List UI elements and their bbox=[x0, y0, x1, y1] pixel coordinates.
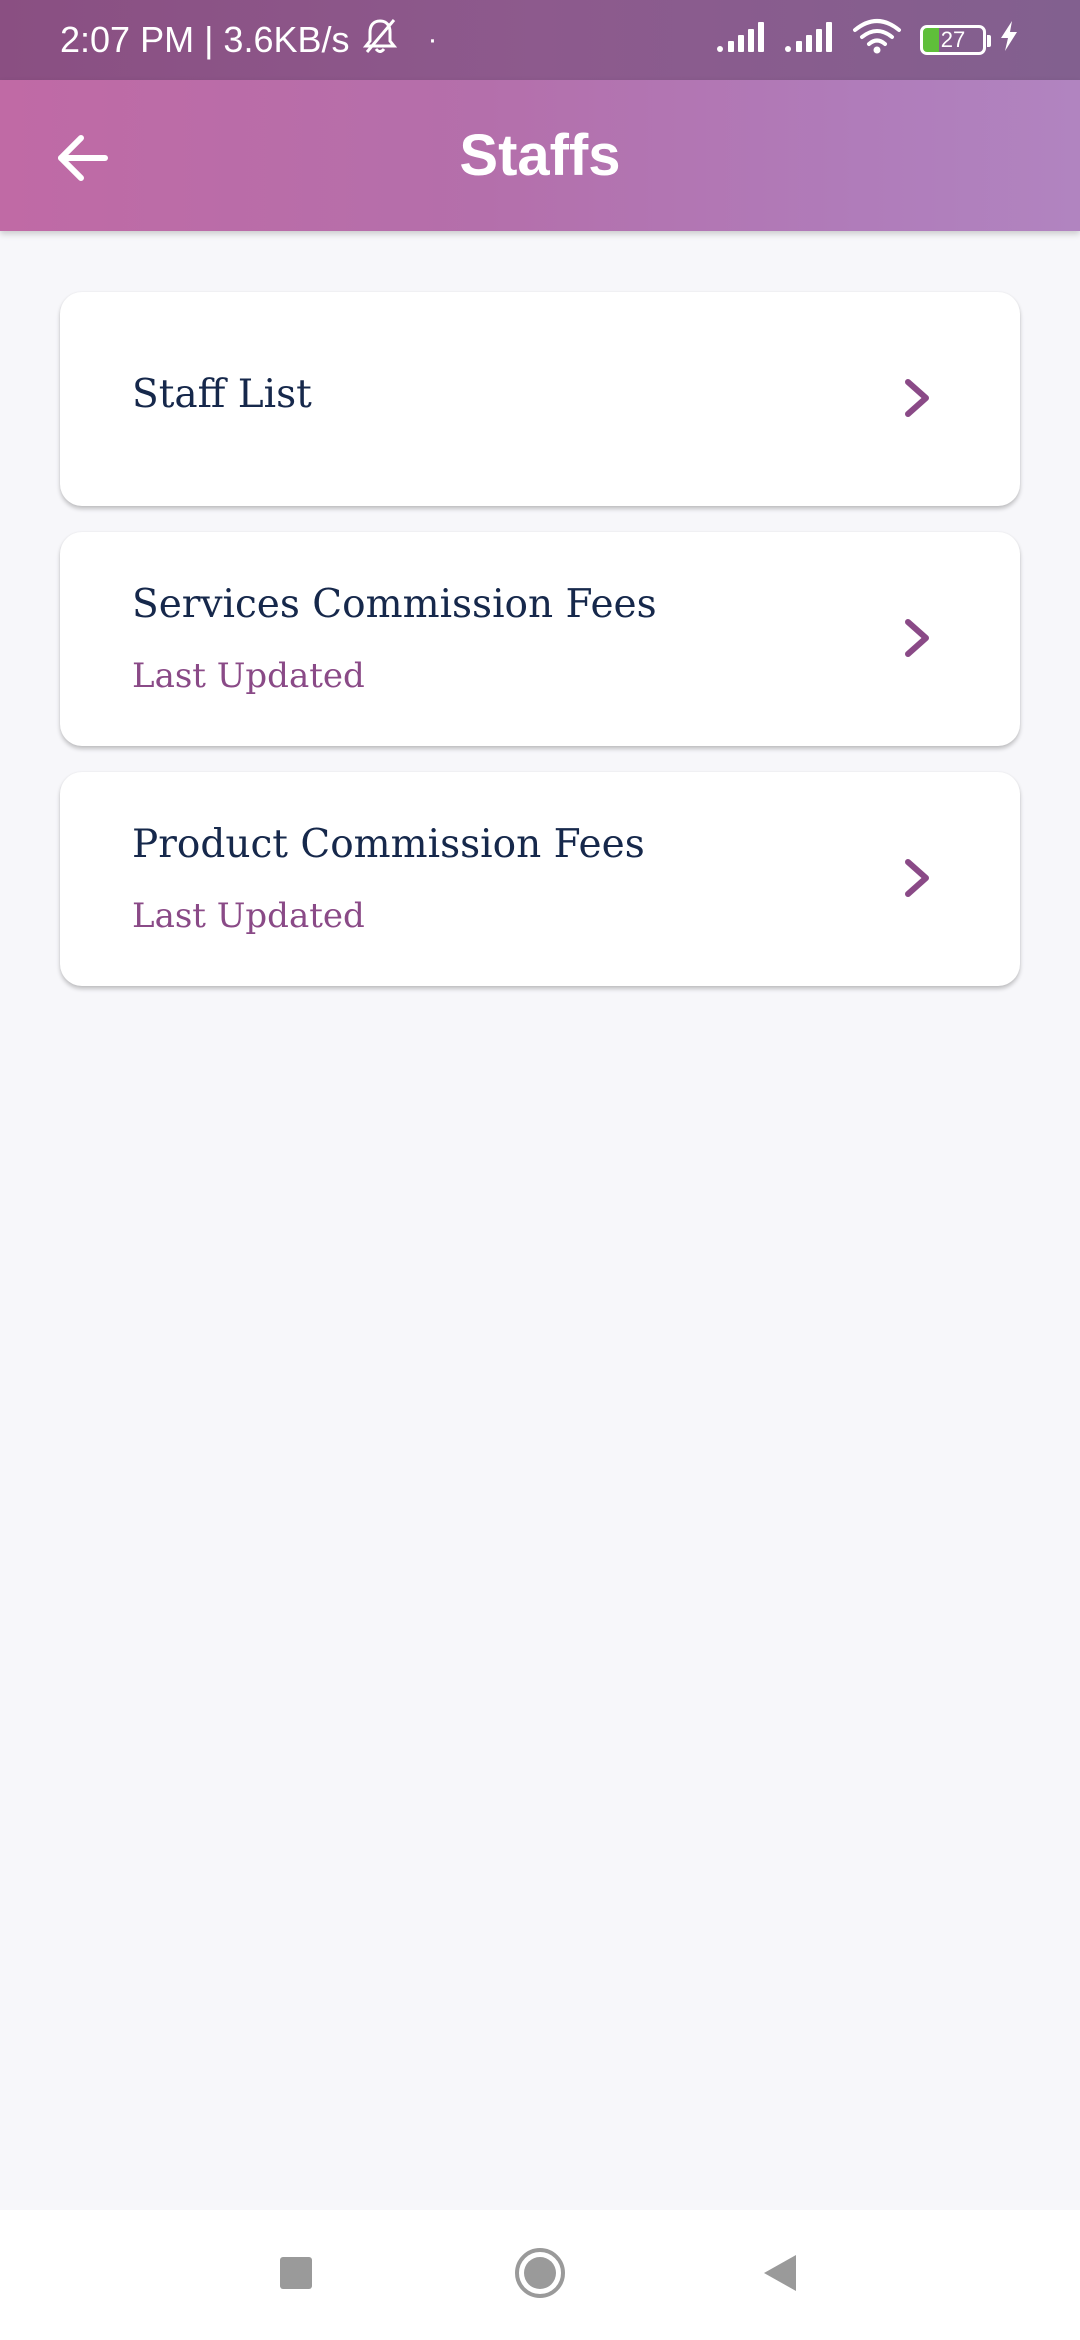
menu-item-product-commission-fees[interactable]: Product Commission Fees Last Updated bbox=[60, 772, 1020, 986]
status-time-speed: 2:07 PM | 3.6KB/s bbox=[60, 19, 350, 60]
app-bar: Staffs bbox=[0, 80, 1080, 231]
page-title: Staffs bbox=[459, 123, 621, 188]
menu-item-services-commission-fees[interactable]: Services Commission Fees Last Updated bbox=[60, 532, 1020, 746]
wifi-icon bbox=[852, 18, 902, 63]
menu-item-title: Product Commission Fees bbox=[132, 822, 645, 867]
menu-item-title: Services Commission Fees bbox=[132, 582, 657, 627]
battery-icon: 27 bbox=[920, 25, 991, 55]
back-triangle-icon bbox=[760, 2252, 800, 2299]
signal-icon bbox=[784, 19, 840, 62]
chevron-right-icon bbox=[902, 856, 932, 900]
signal-icon bbox=[716, 19, 772, 62]
status-bar: 2:07 PM | 3.6KB/s · 27 bbox=[0, 0, 1080, 80]
back-nav-button[interactable] bbox=[750, 2245, 810, 2305]
system-nav-bar bbox=[0, 2210, 1080, 2340]
charging-icon bbox=[998, 19, 1020, 62]
home-button[interactable] bbox=[510, 2245, 570, 2305]
menu-item-staff-list[interactable]: Staff List bbox=[60, 292, 1020, 506]
recents-button[interactable] bbox=[266, 2245, 326, 2305]
menu-item-title: Staff List bbox=[132, 372, 312, 417]
home-circle-icon bbox=[513, 2246, 567, 2305]
status-right: 27 bbox=[716, 18, 1020, 63]
chevron-right-icon bbox=[902, 376, 932, 420]
notification-dot: · bbox=[427, 23, 438, 56]
menu-item-subtitle: Last Updated bbox=[132, 896, 365, 936]
recents-square-icon bbox=[278, 2255, 314, 2296]
status-left: 2:07 PM | 3.6KB/s · bbox=[60, 17, 438, 64]
chevron-right-icon bbox=[902, 616, 932, 660]
bell-off-icon bbox=[362, 17, 398, 64]
menu-item-subtitle: Last Updated bbox=[132, 656, 365, 696]
menu-list: Staff List Services Commission Fees Last… bbox=[60, 292, 1020, 1012]
